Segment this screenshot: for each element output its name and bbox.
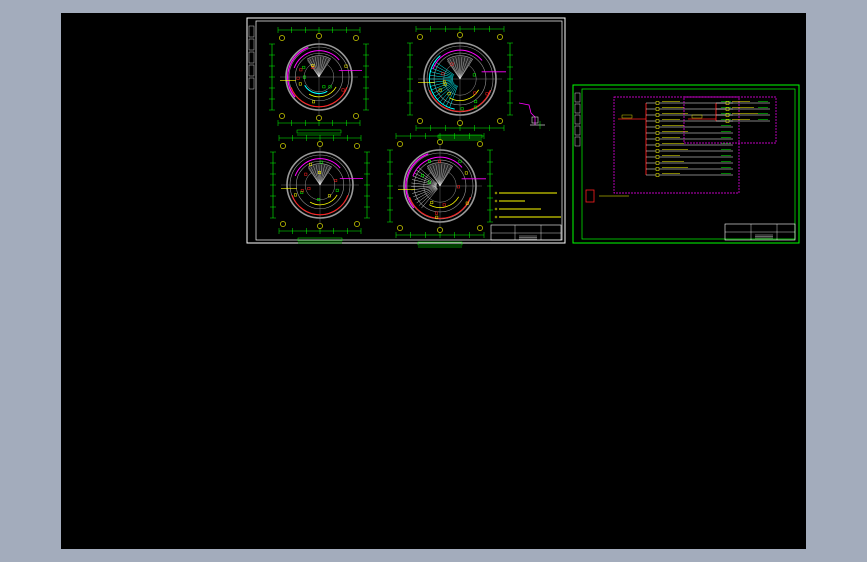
floor-plan-4	[387, 133, 493, 248]
binding-strip	[248, 25, 255, 90]
sheet-distribution	[572, 84, 800, 244]
sheet-floor-plans	[246, 17, 566, 248]
title-block	[724, 223, 796, 241]
floor-plan-1	[269, 27, 369, 136]
binding-strip	[574, 92, 581, 147]
cad-drawing	[246, 17, 800, 248]
notes-block	[494, 191, 561, 219]
panel-diagram-left	[613, 96, 740, 194]
section-detail	[518, 102, 545, 129]
drawing-canvas[interactable]	[61, 13, 806, 549]
panel-diagram-right	[683, 96, 777, 144]
title-block	[490, 224, 562, 241]
legend	[585, 189, 629, 203]
floor-plan-2	[407, 26, 513, 141]
floor-plan-3	[270, 135, 370, 244]
